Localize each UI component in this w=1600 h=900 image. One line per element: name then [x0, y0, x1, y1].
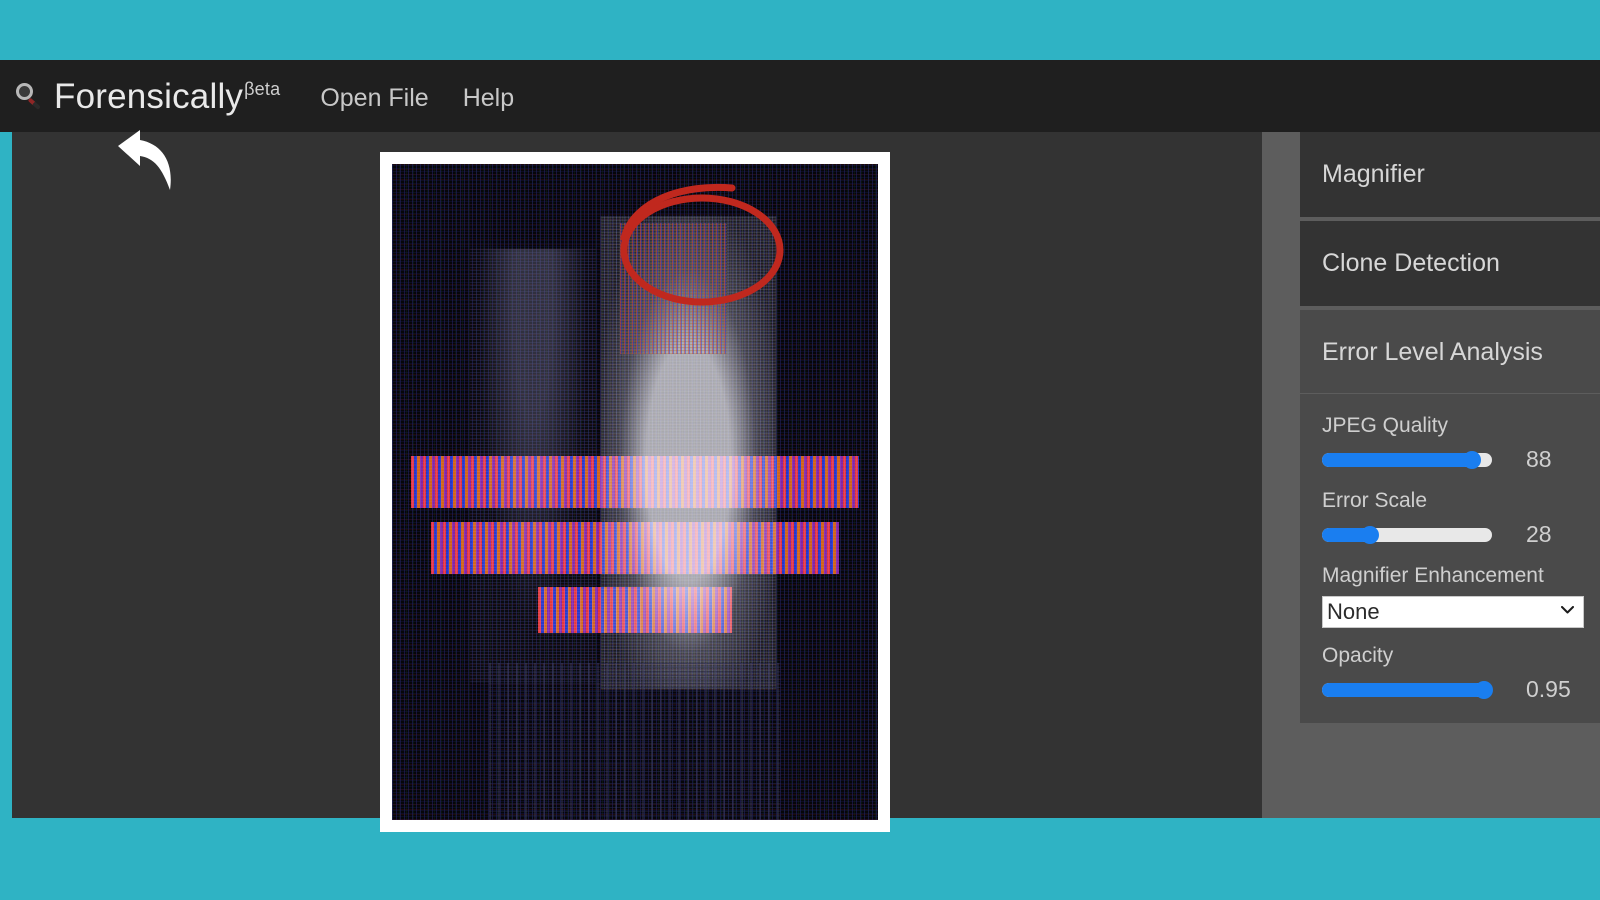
- magnifier-enhancement-label: Magnifier Enhancement: [1322, 564, 1544, 587]
- tool-clone-detection[interactable]: Clone Detection: [1300, 221, 1600, 306]
- image-frame: [380, 152, 890, 832]
- opacity-slider[interactable]: [1322, 680, 1493, 699]
- chevron-down-icon: [1561, 606, 1574, 614]
- ela-text-band-3: [537, 587, 733, 634]
- tool-error-level-analysis-label: Error Level Analysis: [1300, 310, 1600, 394]
- tool-magnifier[interactable]: Magnifier: [1300, 132, 1600, 217]
- error-scale-label: Error Scale: [1322, 489, 1428, 512]
- menu-open-file[interactable]: Open File: [320, 84, 428, 113]
- ela-lower-noise: [489, 662, 781, 820]
- tools-panel: Magnifier Clone Detection Error Level An…: [1282, 132, 1600, 818]
- magnifier-enhancement-select[interactable]: None: [1322, 596, 1584, 628]
- teal-top-bar: [0, 0, 1600, 60]
- app-header: Forensically βeta Open File Help: [0, 60, 1600, 132]
- jpeg-quality-slider[interactable]: [1322, 450, 1492, 469]
- menu-help[interactable]: Help: [463, 84, 514, 113]
- ela-text-band-1: [411, 455, 859, 509]
- opacity-value: 0.95: [1526, 676, 1571, 702]
- main-menu: Open File Help: [320, 80, 514, 113]
- brand-name: Forensically: [54, 76, 244, 116]
- error-scale-value: 28: [1526, 521, 1552, 547]
- control-error-scale: Error Scale 28: [1300, 483, 1600, 558]
- tool-error-level-analysis[interactable]: Error Level Analysis JPEG Quality 88 Err…: [1300, 310, 1600, 723]
- magnifier-icon: [14, 82, 44, 112]
- tool-error-level-analysis-body: JPEG Quality 88 Error Scale 28 Magnifier…: [1300, 394, 1600, 723]
- control-magnifier-enhancement: Magnifier Enhancement None: [1300, 558, 1600, 638]
- tool-magnifier-label: Magnifier: [1322, 160, 1425, 188]
- control-opacity: Opacity 0.95: [1300, 638, 1600, 713]
- brand-beta-badge: βeta: [244, 78, 281, 99]
- tool-clone-detection-label: Clone Detection: [1322, 249, 1500, 277]
- control-jpeg-quality: JPEG Quality 88: [1300, 408, 1600, 483]
- jpeg-quality-value: 88: [1526, 446, 1552, 472]
- forensically-app: Forensically βeta Open File Help Magnifi…: [0, 0, 1600, 900]
- opacity-label: Opacity: [1322, 644, 1394, 667]
- error-scale-slider[interactable]: [1322, 525, 1492, 544]
- ela-text-band-2: [430, 521, 840, 574]
- magnifier-enhancement-value: None: [1327, 599, 1380, 624]
- app-brand: Forensically βeta: [54, 79, 280, 114]
- ela-head-highlight: [620, 223, 728, 355]
- ela-result-image[interactable]: [392, 164, 878, 820]
- jpeg-quality-label: JPEG Quality: [1322, 414, 1449, 437]
